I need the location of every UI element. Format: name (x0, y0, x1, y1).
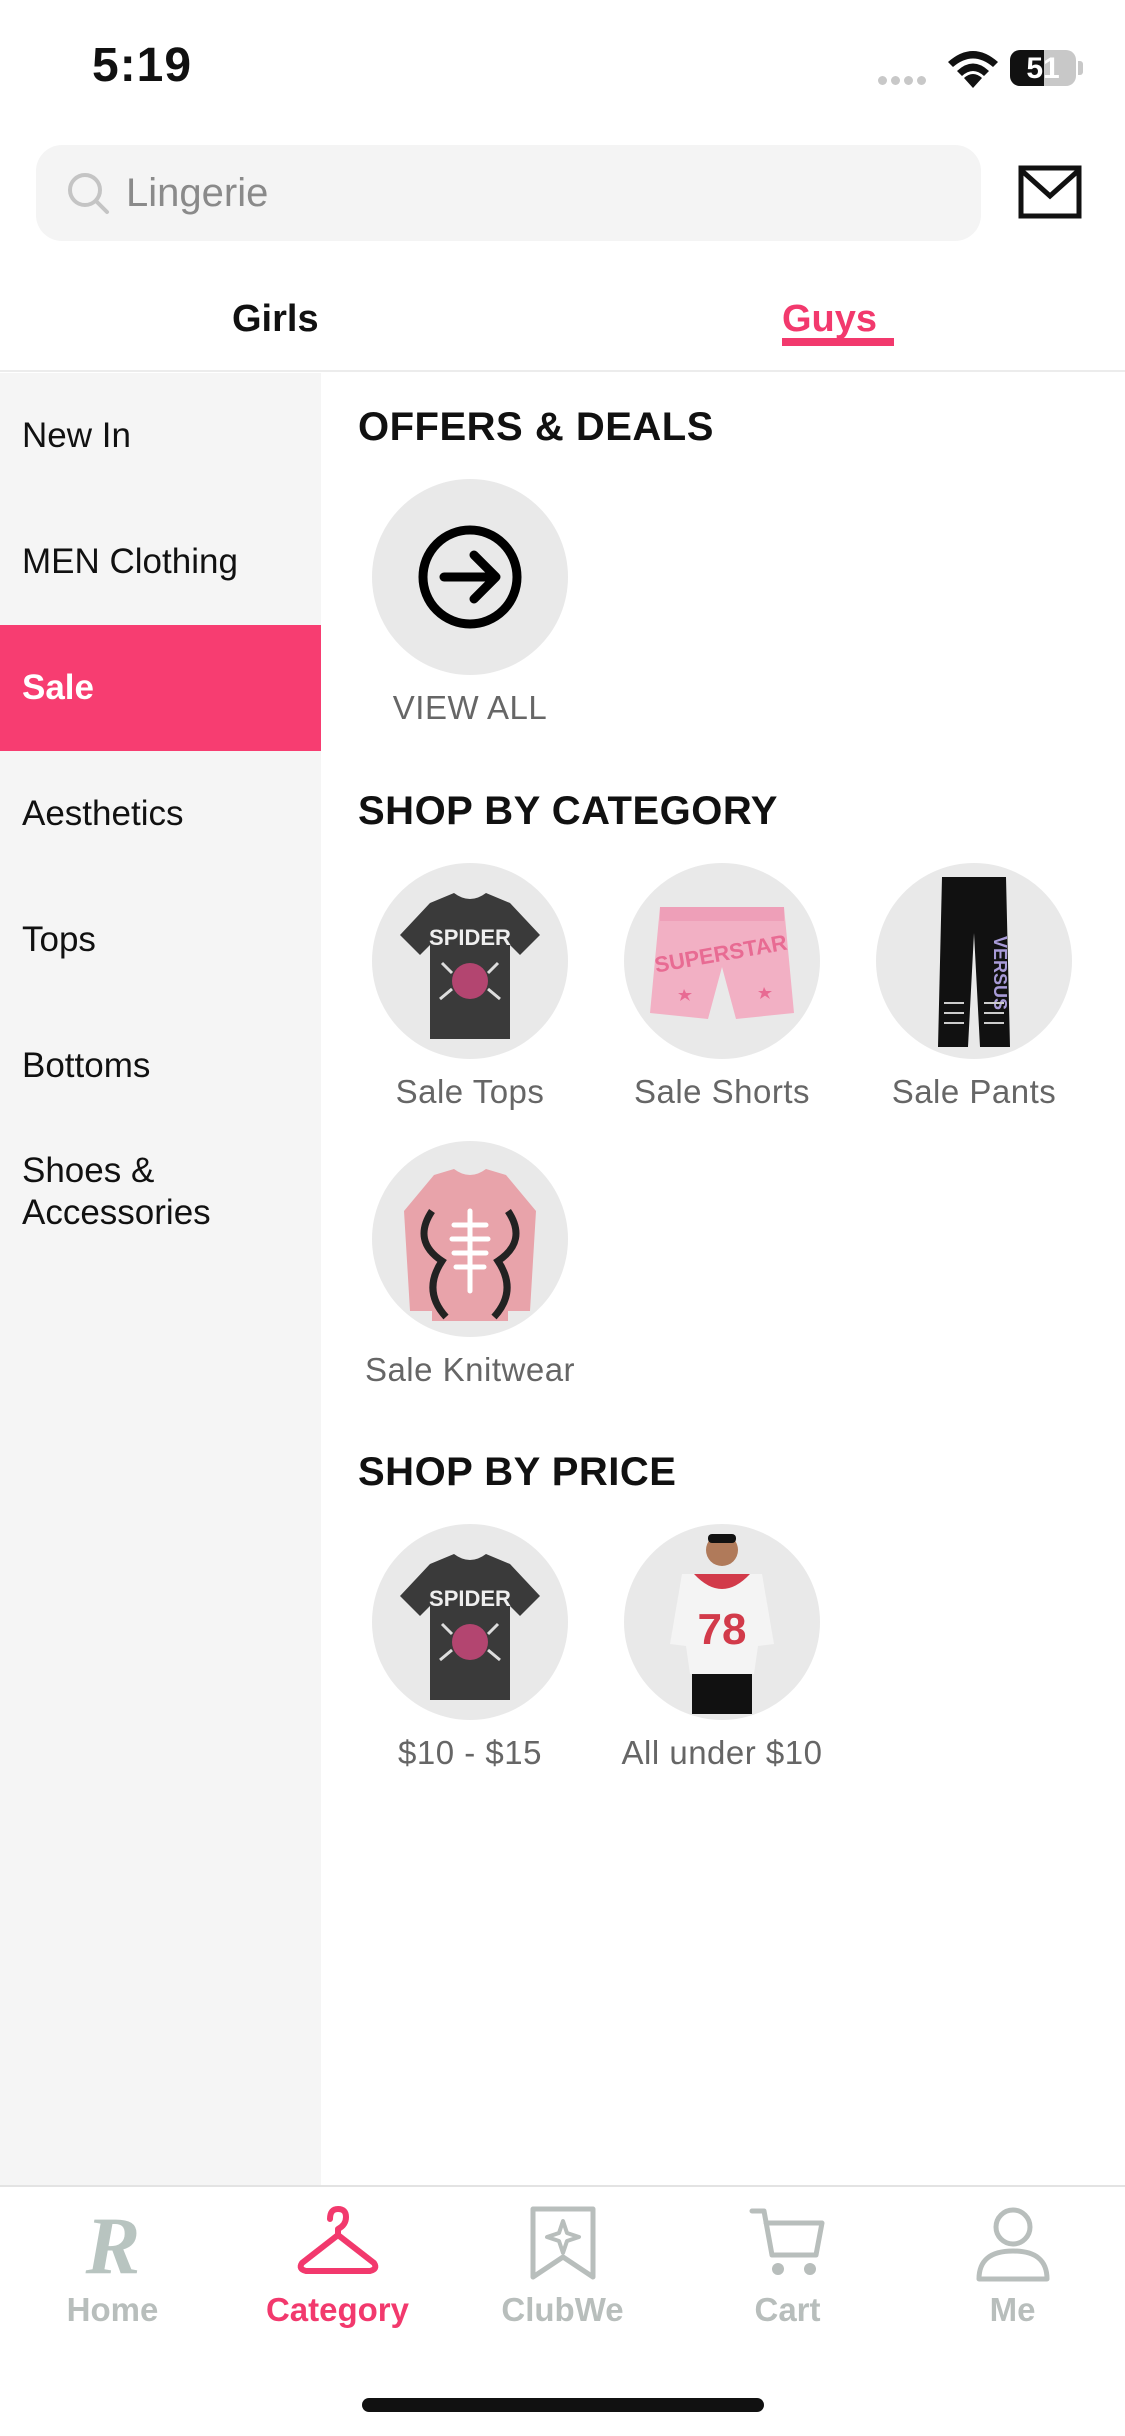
battery-percentage: 51 (1026, 52, 1060, 85)
home-indicator[interactable] (362, 2398, 764, 2412)
category-item-sale-tops[interactable]: SPIDER Sale Tops (344, 863, 596, 1111)
sale-pants-label: Sale Pants (891, 1073, 1057, 1110)
search-bar[interactable] (36, 145, 981, 241)
sidebar-item-new-in[interactable]: New In (0, 373, 321, 499)
hanger-icon (297, 2206, 378, 2274)
tab-guys[interactable]: Guys (782, 298, 877, 341)
home-r-logo-icon: R (84, 2201, 140, 2285)
sale-shorts-label: Sale Shorts (633, 1073, 811, 1110)
section-title-category: SHOP BY CATEGORY (358, 789, 778, 833)
battery-icon: 51 (1010, 50, 1076, 86)
tshirt-image: SPIDER (400, 893, 540, 1039)
price-10-15-label: $10 - $15 (398, 1734, 542, 1771)
section-title-offers: OFFERS & DEALS (358, 405, 714, 449)
section-title-price: SHOP BY PRICE (358, 1450, 677, 1494)
tshirt-image: SPIDER (400, 1554, 540, 1700)
sale-tops-label: Sale Tops (395, 1073, 545, 1110)
sale-knitwear-image[interactable] (372, 1141, 568, 1337)
category-sidebar: New In MEN Clothing Sale Aesthetics Tops… (0, 373, 321, 2185)
cart-icon (749, 2208, 824, 2275)
sale-shorts-image[interactable]: SUPERSTAR (624, 863, 820, 1059)
nav-category[interactable]: Category (225, 2201, 450, 2329)
status-bar: 5:19 51 (0, 0, 1125, 140)
sidebar-item-shoes-accessories[interactable]: Shoes & Accessories (0, 1129, 260, 1255)
sidebar-item-aesthetics[interactable]: Aesthetics (0, 751, 321, 877)
svg-text:78: 78 (698, 1605, 747, 1654)
svg-text:R: R (84, 2201, 140, 2285)
nav-clubwe[interactable]: ClubWe (450, 2201, 675, 2329)
price-item-10-15[interactable]: SPIDER $10 - $15 (344, 1524, 596, 1772)
svg-text:SPIDER: SPIDER (429, 1586, 511, 1611)
status-time: 5:19 (92, 39, 193, 92)
nav-home[interactable]: R Home (0, 2201, 225, 2329)
model-jersey-image: 78 (670, 1534, 774, 1714)
active-tab-underline (782, 338, 894, 346)
search-icon (68, 173, 109, 214)
sidebar-item-men-clothing[interactable]: MEN Clothing (0, 499, 321, 625)
nav-category-label: Category (265, 2291, 410, 2328)
price-under-10-image[interactable]: 78 (624, 1524, 820, 1720)
sale-pants-image[interactable]: VERSUS (876, 863, 1072, 1059)
nav-cart-label: Cart (754, 2291, 821, 2328)
person-icon (976, 2207, 1049, 2282)
nav-me-label: Me (989, 2291, 1036, 2328)
search-input[interactable] (126, 145, 946, 241)
view-all-item[interactable]: VIEW ALL (344, 479, 596, 727)
star-badge-icon (530, 2206, 595, 2280)
wifi-icon (948, 51, 998, 88)
category-item-sale-shorts[interactable]: SUPERSTAR Sale Shorts (596, 863, 848, 1111)
mail-icon[interactable] (1016, 158, 1086, 228)
category-content: OFFERS & DEALS VIEW ALL SHOP BY CATEGORY… (321, 373, 1125, 2185)
nav-home-label: Home (66, 2291, 159, 2328)
gender-tabs: Girls Guys (0, 280, 1125, 372)
tab-girls[interactable]: Girls (232, 298, 319, 341)
sidebar-item-tops[interactable]: Tops (0, 877, 321, 1003)
price-under-10-label: All under $10 (621, 1734, 823, 1771)
category-item-sale-pants[interactable]: VERSUS Sale Pants (848, 863, 1100, 1111)
shorts-image: SUPERSTAR (650, 907, 794, 1019)
knitwear-image (404, 1169, 536, 1321)
view-all-label: VIEW ALL (392, 689, 548, 726)
nav-me[interactable]: Me (900, 2201, 1125, 2329)
battery-tip (1078, 61, 1083, 75)
nav-cart[interactable]: Cart (675, 2201, 900, 2329)
price-10-15-image[interactable]: SPIDER (372, 1524, 568, 1720)
sale-knitwear-label: Sale Knitwear (364, 1351, 576, 1388)
pants-image: VERSUS (938, 877, 1010, 1047)
sidebar-item-sale[interactable]: Sale (0, 625, 321, 751)
view-all-circle[interactable] (372, 479, 568, 675)
price-item-under-10[interactable]: 78 All under $10 (596, 1524, 848, 1772)
cellular-signal-icon (878, 72, 930, 90)
svg-text:SPIDER: SPIDER (429, 925, 511, 950)
svg-text:VERSUS: VERSUS (990, 936, 1010, 1010)
sidebar-item-bottoms[interactable]: Bottoms (0, 1003, 321, 1129)
arrow-right-circle-icon (418, 525, 522, 629)
category-item-sale-knitwear[interactable]: Sale Knitwear (344, 1141, 596, 1389)
sale-tops-image[interactable]: SPIDER (372, 863, 568, 1059)
nav-clubwe-label: ClubWe (501, 2291, 624, 2328)
